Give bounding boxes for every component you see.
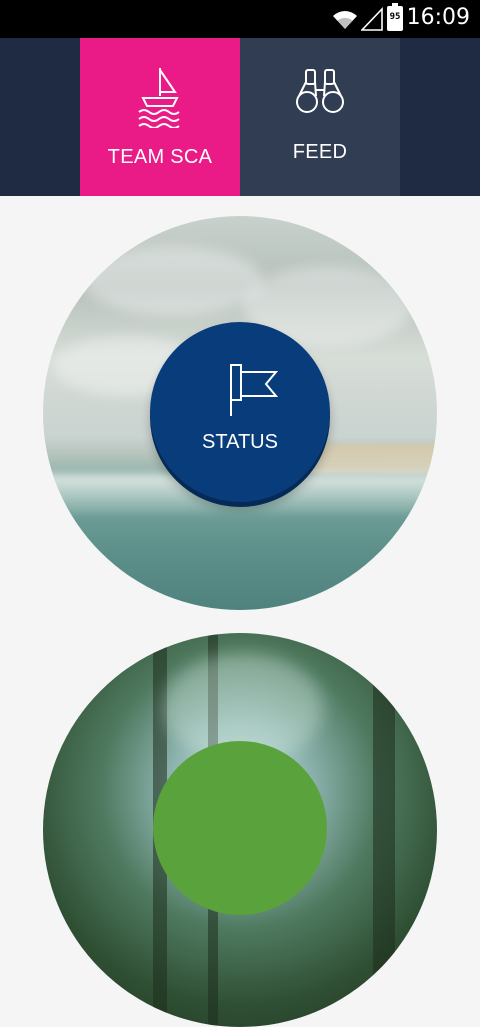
tab-label: TEAM SCA [107,146,213,168]
status-bar: 95 16:09 [0,0,480,38]
battery-level: 95 [389,12,401,22]
tab-team-sca[interactable]: TEAM SCA [80,38,240,196]
green-action-button[interactable] [153,741,327,915]
tab-bar: TEAM SCA FEED [0,38,480,196]
binoculars-icon [296,69,344,113]
sailboat-icon [138,68,180,128]
clock: 16:09 [406,5,470,30]
tab-feed[interactable]: FEED [240,38,400,196]
flag-icon [230,364,278,416]
status-button[interactable]: STATUS [150,322,330,502]
battery-icon: 95 [387,3,403,31]
status-label: STATUS [202,431,278,453]
signal-icon [361,7,383,31]
main-content: STATUS [0,196,480,1027]
wifi-icon [333,11,357,29]
tab-label: FEED [292,141,348,163]
